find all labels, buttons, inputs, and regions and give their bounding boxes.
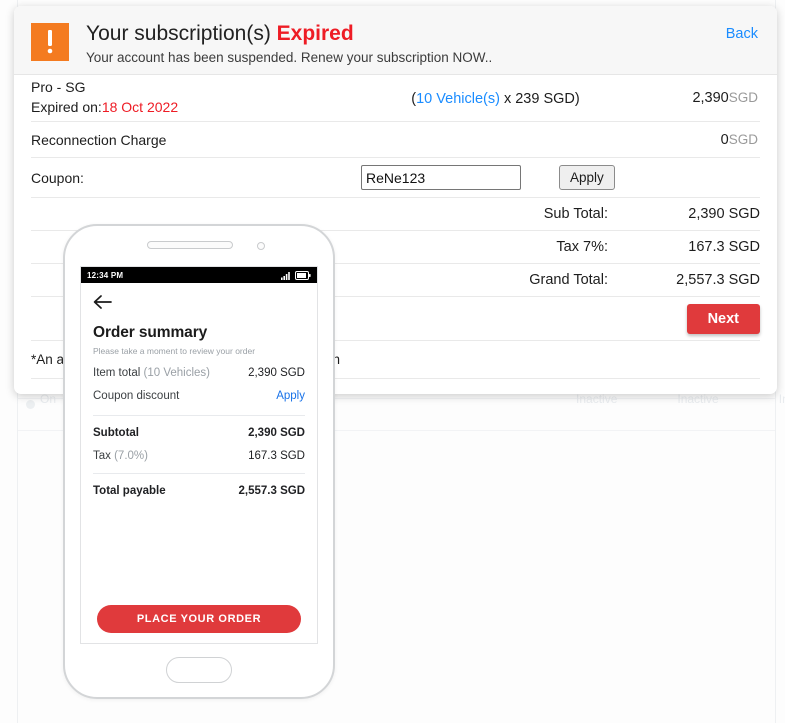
list-item-item-total: Item total (10 Vehicles) 2,390 SGD xyxy=(93,367,305,379)
subtotal-value: 2,390 SGD xyxy=(688,206,760,222)
table-row-plan: Pro - SG Expired on:18 Oct 2022 (10 Vehi… xyxy=(31,75,760,122)
apply-coupon-link[interactable]: Apply xyxy=(276,390,305,402)
status-badge: Expired xyxy=(276,22,354,45)
subtotal-label: Sub Total: xyxy=(543,206,608,222)
item-total-label: Item total xyxy=(93,367,144,379)
phone-home-button[interactable] xyxy=(166,657,232,683)
status-time: 12:34 PM xyxy=(87,270,124,280)
grand-total-value: 2,557.3 SGD xyxy=(676,272,760,288)
apply-coupon-button[interactable]: Apply xyxy=(559,165,615,190)
reconnection-amount: 0SGD xyxy=(630,132,760,148)
reconnection-amount-currency: SGD xyxy=(728,131,758,147)
plan-expiry: Expired on:18 Oct 2022 xyxy=(31,98,361,118)
item-total-value: 2,390 SGD xyxy=(248,367,305,379)
tax-value: 167.3 SGD xyxy=(688,239,760,255)
screen-root: On Inactive Inactive Inactive Your subsc… xyxy=(0,0,785,723)
expired-date: 18 Oct 2022 xyxy=(101,99,179,115)
order-summary-subtitle: Please take a moment to review your orde… xyxy=(93,346,256,356)
phone-speaker-icon xyxy=(147,241,233,249)
expired-label: Expired on: xyxy=(31,99,102,115)
back-link[interactable]: Back xyxy=(726,26,758,42)
coupon-input[interactable] xyxy=(361,165,521,190)
coupon-label: Coupon: xyxy=(31,169,84,186)
modal-header: Your subscription(s) Expired Your accoun… xyxy=(14,6,777,75)
phone-camera-icon xyxy=(257,242,265,250)
tax-percent: (7.0%) xyxy=(114,450,148,462)
header-text-group: Your subscription(s) Expired Your accoun… xyxy=(86,20,492,65)
title-prefix: Your subscription(s) xyxy=(86,22,277,45)
list-item-subtotal: Subtotal 2,390 SGD xyxy=(93,427,305,439)
plan-calculation: (10 Vehicle(s) x 239 SGD) xyxy=(361,90,630,107)
place-order-wrap: PLACE YOUR ORDER xyxy=(93,605,305,643)
list-item-coupon-discount: Coupon discount Apply xyxy=(93,390,305,402)
subtotal-label: Subtotal xyxy=(93,427,139,439)
coupon-discount-label: Coupon discount xyxy=(93,390,180,402)
reconnection-label: Reconnection Charge xyxy=(31,131,167,148)
back-arrow-icon[interactable] xyxy=(93,295,113,314)
total-payable-label: Total payable xyxy=(93,485,166,497)
subtotal-value: 2,390 SGD xyxy=(248,427,305,439)
order-summary-screen: Order summary Please take a moment to re… xyxy=(81,283,317,643)
battery-icon xyxy=(295,270,311,280)
table-row-coupon: Coupon: Apply xyxy=(31,158,760,198)
calc-close: ) xyxy=(574,90,580,107)
divider xyxy=(93,415,305,416)
total-payable-value: 2,557.3 SGD xyxy=(238,485,305,497)
place-your-order-button[interactable]: PLACE YOUR ORDER xyxy=(97,605,301,633)
vehicle-count-link[interactable]: 10 Vehicle(s) xyxy=(416,91,500,107)
plan-amount-value: 2,390 xyxy=(692,90,729,106)
item-total-qty: (10 Vehicles) xyxy=(143,367,210,379)
phone-mockup: 12:34 PM Order summary Please take a mom… xyxy=(63,224,335,699)
coupon-field-wrap: Apply xyxy=(361,165,630,190)
signal-bars-icon xyxy=(281,271,290,280)
tax-value: 167.3 SGD xyxy=(248,450,305,462)
table-row-reconnection: Reconnection Charge 0SGD xyxy=(31,122,760,158)
exclamation-icon xyxy=(31,23,69,61)
bg-ghost-label: On xyxy=(40,392,57,406)
tax-label: Tax xyxy=(93,450,115,462)
reconnection-amount-value: 0 xyxy=(720,131,729,148)
plan-name: Pro - SG xyxy=(31,79,86,96)
calc-rest: x 239 SGD xyxy=(499,90,575,107)
order-summary-title: Order summary xyxy=(93,324,208,341)
plan-amount-currency: SGD xyxy=(728,90,758,105)
bg-ghost-label: Inactive xyxy=(576,392,618,406)
plan-cell: Pro - SG Expired on:18 Oct 2022 xyxy=(31,78,361,118)
plan-amount: 2,390SGD xyxy=(630,90,760,106)
divider xyxy=(93,473,305,474)
bg-ghost-label: Inactive xyxy=(677,392,719,406)
list-item-total-payable: Total payable 2,557.3 SGD xyxy=(93,485,305,497)
status-icons xyxy=(281,270,311,280)
list-item-tax: Tax (7.0%) 167.3 SGD xyxy=(93,450,305,462)
next-button[interactable]: Next xyxy=(686,303,760,334)
header-subtitle: Your account has been suspended. Renew y… xyxy=(86,50,493,66)
status-bar: 12:34 PM xyxy=(81,267,317,283)
page-title: Your subscription(s) Expired xyxy=(86,21,492,47)
phone-screen: 12:34 PM Order summary Please take a mom… xyxy=(80,266,318,644)
bg-ghost-label: Inactive xyxy=(778,392,785,406)
